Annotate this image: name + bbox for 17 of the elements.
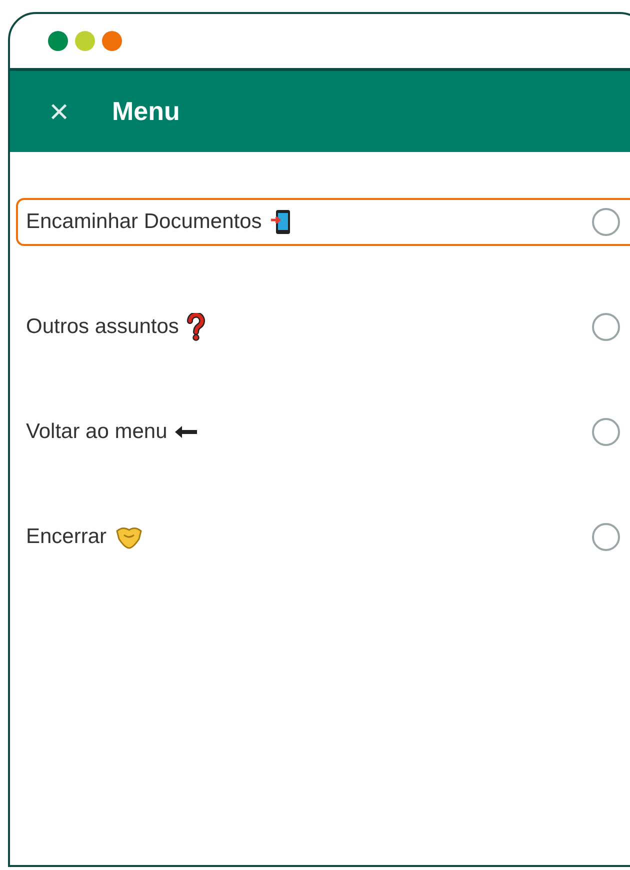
radio-button[interactable] <box>592 523 620 551</box>
option-label: Encaminhar Documentos <box>26 209 262 236</box>
menu-option[interactable]: Encaminhar Documentos <box>16 198 630 246</box>
menu-option[interactable]: Outros assuntos <box>16 303 630 351</box>
menu-option[interactable]: Voltar ao menu <box>16 408 630 456</box>
left-arrow-icon <box>175 426 198 438</box>
option-label: Outros assuntos <box>26 314 179 340</box>
header-title: Menu <box>112 95 180 128</box>
radio-button[interactable] <box>592 313 620 341</box>
option-label: Encerrar <box>26 524 107 550</box>
close-button[interactable]: × <box>44 94 74 128</box>
menu-option[interactable]: Encerrar <box>16 513 630 561</box>
option-label: Voltar ao menu <box>26 419 168 446</box>
radio-button[interactable] <box>592 208 620 236</box>
phone-arrow-icon <box>270 209 292 235</box>
radio-button[interactable] <box>592 418 620 446</box>
question-mark-icon <box>186 313 205 341</box>
